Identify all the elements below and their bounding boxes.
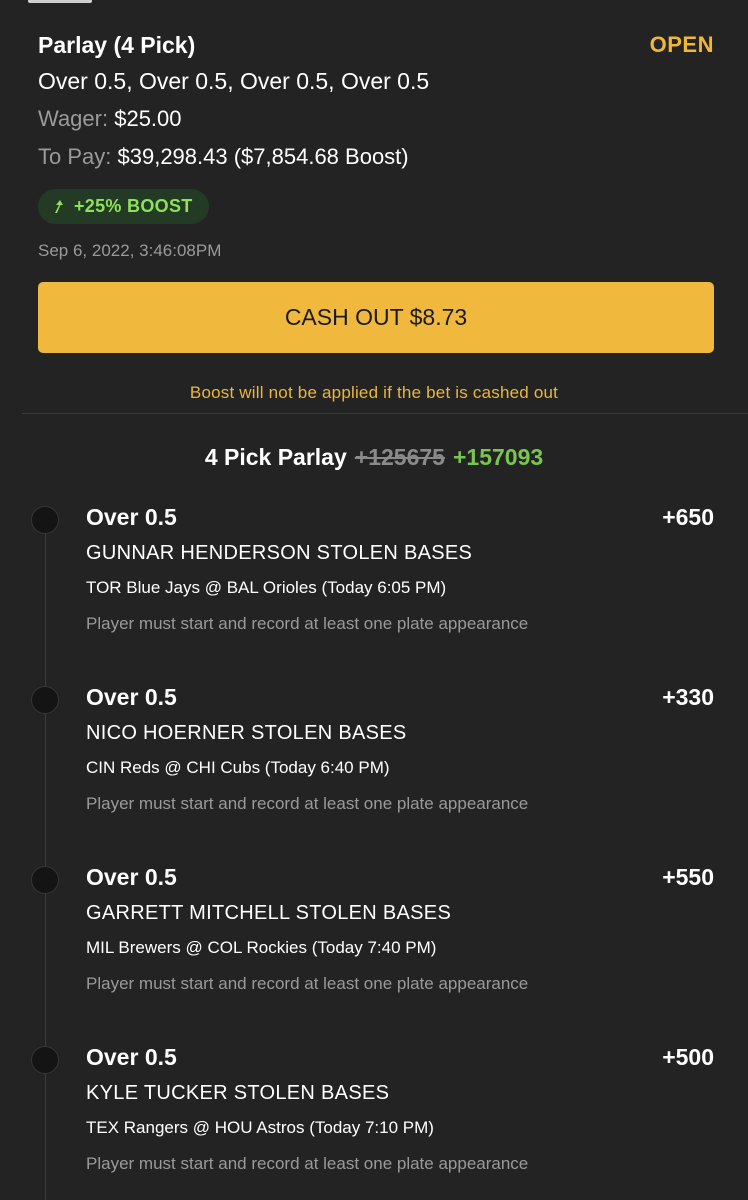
bet-header: Parlay (4 Pick) OPEN Over 0.5, Over 0.5,… [38,30,714,174]
leg-player: KYLE TUCKER STOLEN BASES [86,1082,390,1104]
leg-market: Over 0.5 [86,1044,177,1070]
boost-badge: +25% BOOST [38,189,209,224]
to-pay-label: To Pay: [38,144,112,169]
bet-title: Parlay (4 Pick) [38,31,196,58]
leg-rule: Player must start and record at least on… [86,1154,529,1173]
parlay-odds-row: 4 Pick Parlay +125675 +157093 [0,444,748,471]
timeline-dot-icon [31,506,59,534]
leg-player: GUNNAR HENDERSON STOLEN BASES [86,542,473,564]
leg-odds: +550 [662,864,714,890]
wager-line: Wager: $25.00 [38,106,714,136]
title-row: Parlay (4 Pick) OPEN [38,30,714,60]
leg-rule: Player must start and record at least on… [86,974,529,993]
cash-out-button[interactable]: CASH OUT $8.73 [38,282,714,353]
leg-odds: +330 [662,684,714,710]
top-drag-handle [28,0,92,3]
to-pay-value: $39,298.43 ($7,854.68 Boost) [117,144,409,169]
picks-summary: Over 0.5, Over 0.5, Over 0.5, Over 0.5 [38,68,430,94]
boost-label: +25% BOOST [74,196,193,216]
leg-item[interactable]: Over 0.5 +500 KYLE TUCKER STOLEN BASES T… [0,1042,748,1182]
timeline-dot-icon [31,1046,59,1074]
cashout-note: Boost will not be applied if the bet is … [189,383,559,402]
leg-player: NICO HOERNER STOLEN BASES [86,722,407,744]
leg-item[interactable]: Over 0.5 +330 NICO HOERNER STOLEN BASES … [0,682,748,822]
boosted-odds: +157093 [452,444,544,470]
leg-item[interactable]: Over 0.5 +550 GARRETT MITCHELL STOLEN BA… [0,862,748,1002]
leg-market: Over 0.5 [86,504,177,530]
leg-game: TEX Rangers @ HOU Astros (Today 7:10 PM) [86,1118,434,1137]
leg-rule: Player must start and record at least on… [86,794,529,813]
section-divider [22,413,748,414]
original-odds: +125675 [354,444,445,470]
timeline-dot-icon [31,866,59,894]
leg-game: TOR Blue Jays @ BAL Orioles (Today 6:05 … [86,578,447,597]
leg-item[interactable]: Over 0.5 +650 GUNNAR HENDERSON STOLEN BA… [0,502,748,642]
leg-game: MIL Brewers @ COL Rockies (Today 7:40 PM… [86,938,437,957]
leg-rule: Player must start and record at least on… [86,614,529,633]
wager-label: Wager: [38,106,109,131]
leg-player: GARRETT MITCHELL STOLEN BASES [86,902,452,924]
wager-value: $25.00 [114,106,182,131]
parlay-label: 4 Pick Parlay [204,444,347,470]
leg-odds: +650 [662,504,714,530]
leg-game: CIN Reds @ CHI Cubs (Today 6:40 PM) [86,758,390,777]
leg-market: Over 0.5 [86,684,177,710]
status-badge: OPEN [649,32,714,57]
timeline-dot-icon [31,686,59,714]
leg-odds: +500 [662,1044,714,1070]
bet-timestamp: Sep 6, 2022, 3:46:08PM [38,241,222,260]
arrow-up-right-icon [55,199,63,213]
leg-market: Over 0.5 [86,864,177,890]
to-pay-line: To Pay: $39,298.43 ($7,854.68 Boost) [38,144,714,174]
